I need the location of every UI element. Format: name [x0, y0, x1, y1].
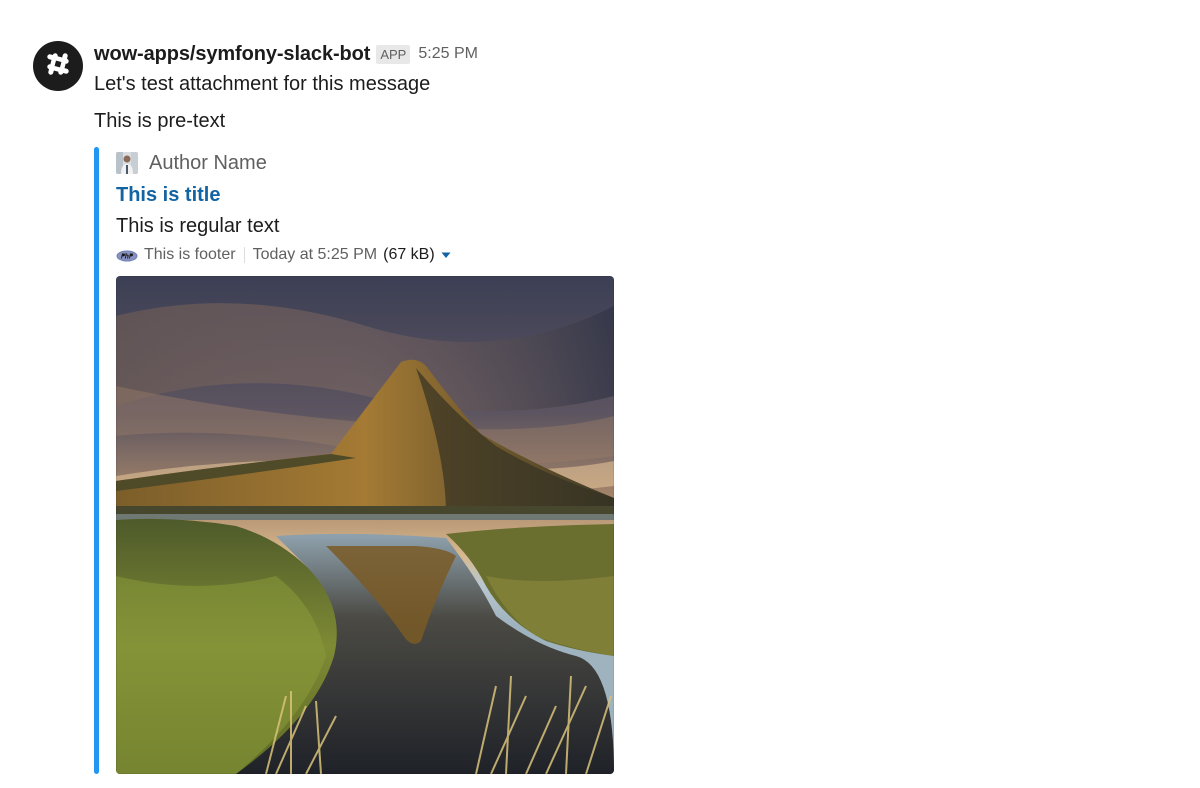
footer-text: This is footer: [144, 246, 236, 263]
file-size: (67 kB): [383, 246, 435, 263]
attachment-pretext: This is pre-text: [94, 110, 226, 132]
attachment-color-bar: [94, 147, 99, 774]
message: wow-apps/symfony-slack-bot APP 5:25 PM L…: [0, 0, 1200, 788]
php-logo-icon: [116, 249, 138, 262]
attachment-author: Author Name: [116, 150, 267, 176]
message-header: wow-apps/symfony-slack-bot APP 5:25 PM: [94, 40, 478, 68]
author-name[interactable]: Author Name: [149, 152, 267, 175]
mountain-lake-photo: [116, 276, 614, 774]
message-text: Let's test attachment for this message: [94, 73, 431, 95]
attachment-footer: This is footer Today at 5:25 PM (67 kB): [116, 244, 451, 266]
attachment-title-link[interactable]: This is title: [116, 181, 220, 209]
attachment-image[interactable]: [116, 276, 614, 774]
attachment-text: This is regular text: [116, 215, 280, 237]
slack-hash-icon: [43, 49, 73, 84]
bot-avatar[interactable]: [33, 41, 83, 91]
caret-down-icon[interactable]: [441, 251, 451, 259]
footer-separator: [243, 247, 245, 263]
author-avatar-icon: [116, 152, 138, 174]
footer-timestamp[interactable]: Today at 5:25 PM: [253, 246, 378, 264]
app-badge: APP: [376, 44, 411, 64]
message-timestamp[interactable]: 5:25 PM: [418, 45, 478, 63]
sender-name[interactable]: wow-apps/symfony-slack-bot: [94, 43, 370, 66]
